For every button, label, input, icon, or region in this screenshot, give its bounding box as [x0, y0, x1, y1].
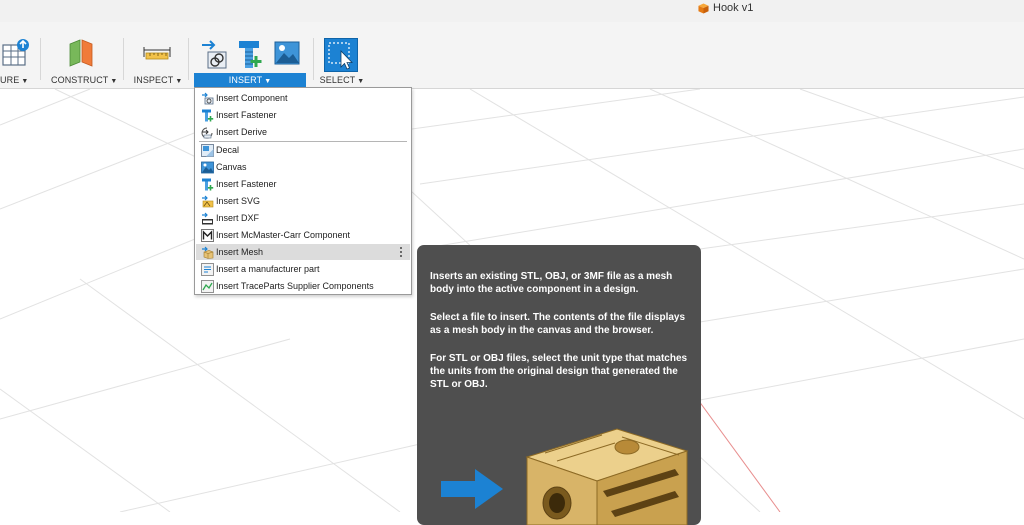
tooltip-description: Inserts an existing STL, OBJ, or 3MF fil…: [430, 271, 673, 295]
tooltip-instructions: Select a file to insert. The contents of…: [430, 312, 686, 336]
component-cube-icon: [698, 2, 709, 14]
toolbar-group-insert[interactable]: INSERT ▼: [194, 22, 306, 88]
toolbar-group-select[interactable]: SELECT ▼: [314, 22, 370, 88]
toolbar-divider: [188, 38, 189, 80]
insert-derive-icon: [201, 127, 213, 138]
insert-svg-icon: [202, 195, 214, 207]
menu-item-insert-manufacturer-part[interactable]: Insert a manufacturer part: [196, 261, 410, 277]
toolbar-group-inspect[interactable]: INSPECT ▼: [128, 22, 184, 88]
tooltip-unit-note: For STL or OBJ files, select the unit ty…: [430, 353, 688, 390]
menu-item-insert-svg[interactable]: Insert SVG: [196, 193, 410, 209]
toolbar-inspect-label[interactable]: INSPECT ▼: [132, 73, 184, 87]
menu-item-insert-derive[interactable]: Insert Derive: [196, 124, 410, 140]
construct-plane-icon: [69, 39, 93, 67]
menu-item-decal[interactable]: Decal: [196, 142, 410, 158]
measure-ruler-icon: [143, 47, 171, 60]
toolbar-select-label[interactable]: SELECT ▼: [317, 73, 367, 87]
manufacturer-part-icon: [201, 262, 214, 276]
mcmaster-icon: [201, 228, 214, 242]
toolbar-group-construct[interactable]: CONSTRUCT ▼: [46, 22, 118, 88]
toolbar-divider: [40, 38, 41, 80]
title-bar: Hook v1: [0, 0, 1024, 22]
menu-item-canvas[interactable]: Canvas: [196, 159, 410, 175]
toolbar-create-label[interactable]: URE ▼: [0, 73, 30, 87]
menu-item-insert-fastener[interactable]: Insert Fastener: [196, 107, 410, 123]
toolbar-construct-label[interactable]: CONSTRUCT ▼: [51, 73, 117, 87]
insert-fastener-icon: [202, 178, 214, 190]
insert-mesh-tooltip: Inserts an existing STL, OBJ, or 3MF fil…: [417, 245, 701, 525]
menu-item-insert-traceparts[interactable]: Insert TraceParts Supplier Components: [196, 278, 410, 294]
select-arrow-icon: [328, 42, 353, 70]
more-options-icon[interactable]: [398, 245, 404, 259]
traceparts-icon: [201, 279, 214, 293]
menu-item-insert-component[interactable]: Insert Component: [196, 90, 410, 106]
insert-dxf-icon: [202, 212, 213, 224]
toolbar-group-create[interactable]: URE ▼: [0, 22, 40, 88]
document-title[interactable]: Hook v1: [698, 1, 753, 15]
mesh-illustration-icon: [441, 428, 689, 525]
toolbar-divider: [123, 38, 124, 80]
insert-component-icon: [202, 92, 214, 104]
canvas-image-icon: [274, 41, 300, 65]
insert-dropdown-menu: Insert Component Insert Fastener Insert …: [194, 87, 412, 295]
select-button[interactable]: [324, 38, 358, 72]
document-title-text: Hook v1: [713, 2, 754, 14]
menu-item-insert-dxf[interactable]: Insert DXF: [196, 210, 410, 226]
insert-fastener-icon: [239, 41, 262, 68]
insert-fastener-icon: [202, 109, 214, 121]
decal-icon: [201, 143, 214, 157]
design-toolbar: URE ▼ CONSTRUCT ▼ INSPECT ▼ INSERT ▼ SEL…: [0, 22, 1024, 89]
menu-item-insert-mcmaster[interactable]: Insert McMaster-Carr Component: [196, 227, 410, 243]
toolbar-insert-label[interactable]: INSERT ▼: [194, 73, 306, 87]
menu-item-insert-fastener-2[interactable]: Insert Fastener: [196, 176, 410, 192]
create-table-icon: [2, 39, 29, 66]
insert-derive-icon: [202, 40, 227, 69]
canvas-image-icon: [201, 161, 214, 173]
insert-mesh-icon: [202, 246, 214, 259]
menu-item-insert-mesh[interactable]: Insert Mesh: [196, 244, 410, 260]
